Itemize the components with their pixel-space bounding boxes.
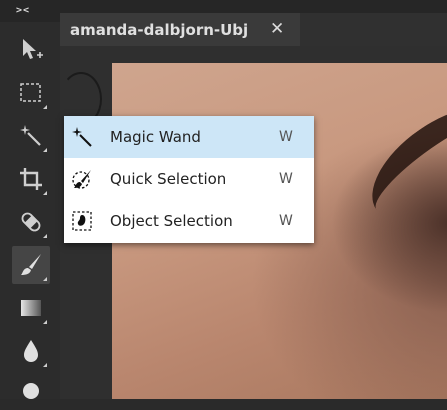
object-selection-icon — [68, 207, 96, 235]
bandage-icon — [21, 212, 41, 232]
gradient-tool-button[interactable] — [12, 289, 50, 327]
tools-panel — [0, 22, 60, 399]
brush-icon — [21, 254, 41, 275]
crop-tool-button[interactable] — [12, 160, 50, 198]
selection-tools-flyout-menu: Magic Wand W Quick Selection W Object Se… — [64, 116, 314, 243]
crop-icon — [20, 168, 42, 190]
gradient-icon — [21, 300, 41, 316]
menu-item-label: Magic Wand — [110, 128, 201, 146]
submenu-indicator — [43, 234, 47, 238]
magic-wand-icon — [20, 125, 41, 146]
spot-healing-tool-button[interactable] — [12, 203, 50, 241]
marquee-tool-button[interactable] — [12, 74, 50, 112]
menu-item-object-selection[interactable]: Object Selection W — [64, 200, 314, 242]
move-tool-button[interactable] — [12, 31, 50, 69]
tab-strip-empty — [300, 13, 447, 46]
water-drop-icon — [24, 340, 38, 362]
submenu-indicator — [43, 148, 47, 152]
menu-item-label: Object Selection — [110, 212, 233, 230]
menu-item-quick-selection[interactable]: Quick Selection W — [64, 158, 314, 200]
submenu-indicator — [43, 320, 47, 324]
image-eyebrow-region — [352, 84, 447, 244]
blur-tool-button[interactable] — [12, 332, 50, 370]
magic-wand-icon — [68, 123, 96, 151]
dodge-tool-button[interactable] — [12, 372, 50, 410]
arrow-plus-icon — [23, 39, 43, 59]
menu-item-shortcut: W — [279, 129, 293, 145]
submenu-indicator — [43, 363, 47, 367]
menu-item-magic-wand[interactable]: Magic Wand W — [64, 116, 314, 158]
top-bar: >< amanda-dalbjorn-Ubj ✕ — [0, 0, 447, 46]
document-tab[interactable]: amanda-dalbjorn-Ubj ✕ — [60, 13, 300, 46]
circle-icon — [23, 383, 39, 399]
submenu-indicator — [43, 191, 47, 195]
submenu-indicator — [43, 277, 47, 281]
submenu-indicator — [43, 105, 47, 109]
menu-item-shortcut: W — [279, 213, 293, 229]
magic-wand-tool-button[interactable] — [12, 117, 50, 155]
menu-item-shortcut: W — [279, 171, 293, 187]
close-tab-icon[interactable]: ✕ — [270, 21, 284, 38]
dashed-rectangle-icon — [20, 83, 41, 102]
quick-selection-brush-icon — [68, 165, 96, 193]
brush-tool-button[interactable] — [12, 246, 50, 284]
collapse-panels-button[interactable]: >< — [0, 0, 46, 22]
document-tab-title: amanda-dalbjorn-Ubj — [70, 20, 249, 39]
menu-item-label: Quick Selection — [110, 170, 227, 188]
